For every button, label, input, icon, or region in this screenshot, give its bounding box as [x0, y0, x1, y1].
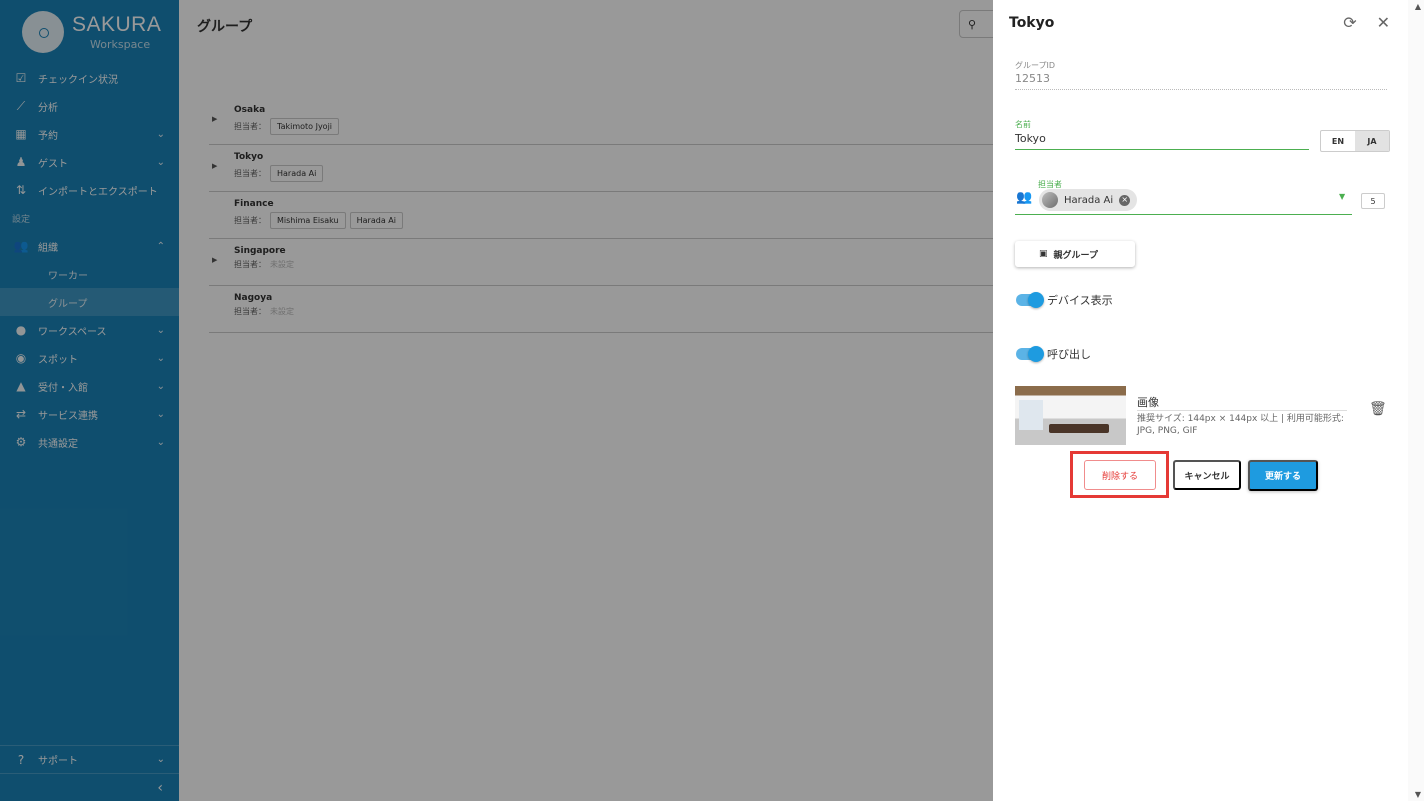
group-image-thumbnail[interactable]	[1015, 386, 1126, 445]
manager-chip-label: Harada Ai	[1064, 194, 1114, 206]
refresh-icon[interactable]: ⟳	[1343, 13, 1356, 32]
scroll-down-arrow-icon[interactable]: ▼	[1415, 790, 1421, 799]
trash-icon[interactable]: 🗑	[1369, 401, 1387, 417]
group-id-label: グループID	[1015, 61, 1056, 70]
group-id-underline	[1015, 89, 1387, 90]
people-icon: 👥	[1016, 190, 1033, 205]
close-icon[interactable]: ✕	[1377, 13, 1390, 32]
parent-group-label: 親グループ	[1053, 250, 1098, 261]
parent-group-button[interactable]: ▣ 親グループ	[1015, 241, 1135, 267]
manager-underline	[1015, 214, 1352, 215]
cancel-button[interactable]: キャンセル	[1173, 460, 1241, 490]
delete-button[interactable]: 削除する	[1084, 460, 1156, 490]
image-hint: 推奨サイズ: 144px × 144px 以上 | 利用可能形式: JPG, P…	[1137, 414, 1344, 436]
call-toggle[interactable]	[1016, 346, 1044, 362]
group-id-value: 12513	[1015, 72, 1050, 85]
device-display-label: デバイス表示	[1047, 294, 1113, 307]
manager-count: 5	[1361, 193, 1385, 209]
drawer-title: Tokyo	[1009, 15, 1055, 31]
remove-chip-icon[interactable]: ×	[1119, 194, 1131, 206]
manager-select-chip[interactable]: Harada Ai ×	[1039, 189, 1138, 211]
language-toggle: EN JA	[1320, 130, 1390, 152]
group-edit-drawer: Tokyo ⟳ ✕ グループID 12513 名前 Tokyo EN JA 👥 …	[993, 0, 1408, 801]
lang-en-button[interactable]: EN	[1321, 131, 1355, 151]
name-underline	[1015, 149, 1309, 150]
update-button[interactable]: 更新する	[1248, 460, 1318, 491]
image-label: 画像	[1137, 396, 1159, 409]
device-display-toggle[interactable]	[1016, 292, 1044, 308]
modal-overlay[interactable]	[0, 0, 993, 801]
dropdown-caret-icon[interactable]: ▼	[1339, 192, 1345, 201]
lang-ja-button[interactable]: JA	[1355, 131, 1389, 151]
call-label: 呼び出し	[1047, 348, 1091, 361]
name-label: 名前	[1015, 120, 1031, 129]
scrollbar[interactable]: ▲ ▼	[1408, 0, 1424, 801]
parent-group-icon: ▣	[1039, 249, 1048, 259]
name-input[interactable]: Tokyo	[1015, 132, 1046, 145]
scroll-up-arrow-icon[interactable]: ▲	[1415, 2, 1421, 11]
avatar	[1042, 192, 1058, 208]
